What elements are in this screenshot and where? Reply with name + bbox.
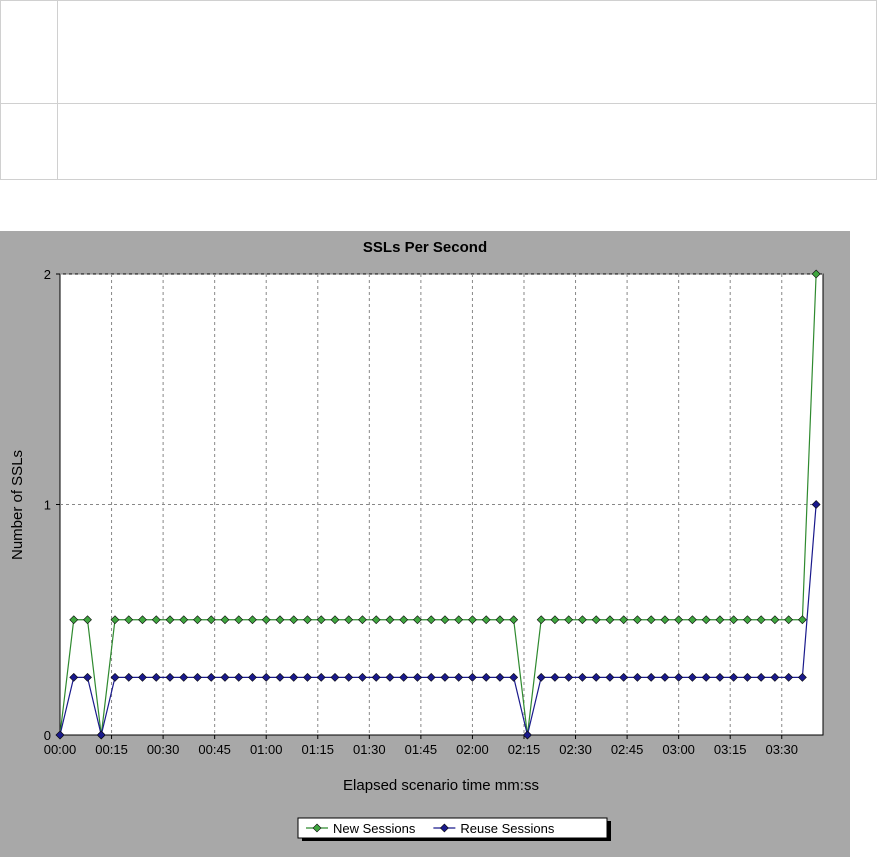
y-axis-label: Number of SSLs: [9, 450, 26, 560]
x-ticks: 00:00 00:15 00:30 00:45 01:00 01:15 01:30 01:45…: [44, 735, 798, 757]
x-tick-label: 00:15: [95, 742, 128, 757]
y-ticks: 0 1 2: [44, 267, 60, 743]
legend: New Sessions Reuse Sessions: [297, 817, 611, 841]
table-row: [0, 0, 877, 104]
table-cell: [0, 103, 58, 180]
y-tick-label: 2: [44, 267, 51, 282]
x-axis-label: Elapsed scenario time mm:ss: [343, 777, 539, 794]
x-tick-label: 02:30: [559, 742, 592, 757]
legend-label: Reuse Sessions: [460, 821, 554, 836]
table-cell: [57, 103, 877, 180]
x-tick-label: 00:30: [147, 742, 180, 757]
empty-table: [0, 0, 877, 180]
y-tick-label: 1: [44, 498, 51, 513]
table-cell: [57, 0, 877, 104]
x-tick-label: 01:00: [250, 742, 283, 757]
x-tick-label: 00:45: [198, 742, 231, 757]
ssl-chart: SSLs Per Second 0 1 2 00:00 00:15 00:30 00:45…: [9, 239, 824, 841]
x-tick-label: 01:15: [301, 742, 334, 757]
x-tick-label: 02:15: [508, 742, 541, 757]
x-tick-label: 01:45: [405, 742, 438, 757]
x-tick-label: 00:00: [44, 742, 77, 757]
y-tick-label: 0: [44, 728, 51, 743]
x-tick-label: 03:00: [662, 742, 695, 757]
chart-panel: SSLs Per Second 0 1 2 00:00 00:15 00:30 00:45…: [0, 231, 850, 857]
legend-label: New Sessions: [333, 821, 416, 836]
chart-title: SSLs Per Second: [363, 239, 487, 256]
x-tick-label: 01:30: [353, 742, 386, 757]
table-cell: [0, 0, 58, 104]
x-tick-label: 03:15: [714, 742, 747, 757]
x-tick-label: 02:45: [611, 742, 644, 757]
table-row: [0, 103, 877, 180]
x-tick-label: 02:00: [456, 742, 489, 757]
x-tick-label: 03:30: [765, 742, 798, 757]
